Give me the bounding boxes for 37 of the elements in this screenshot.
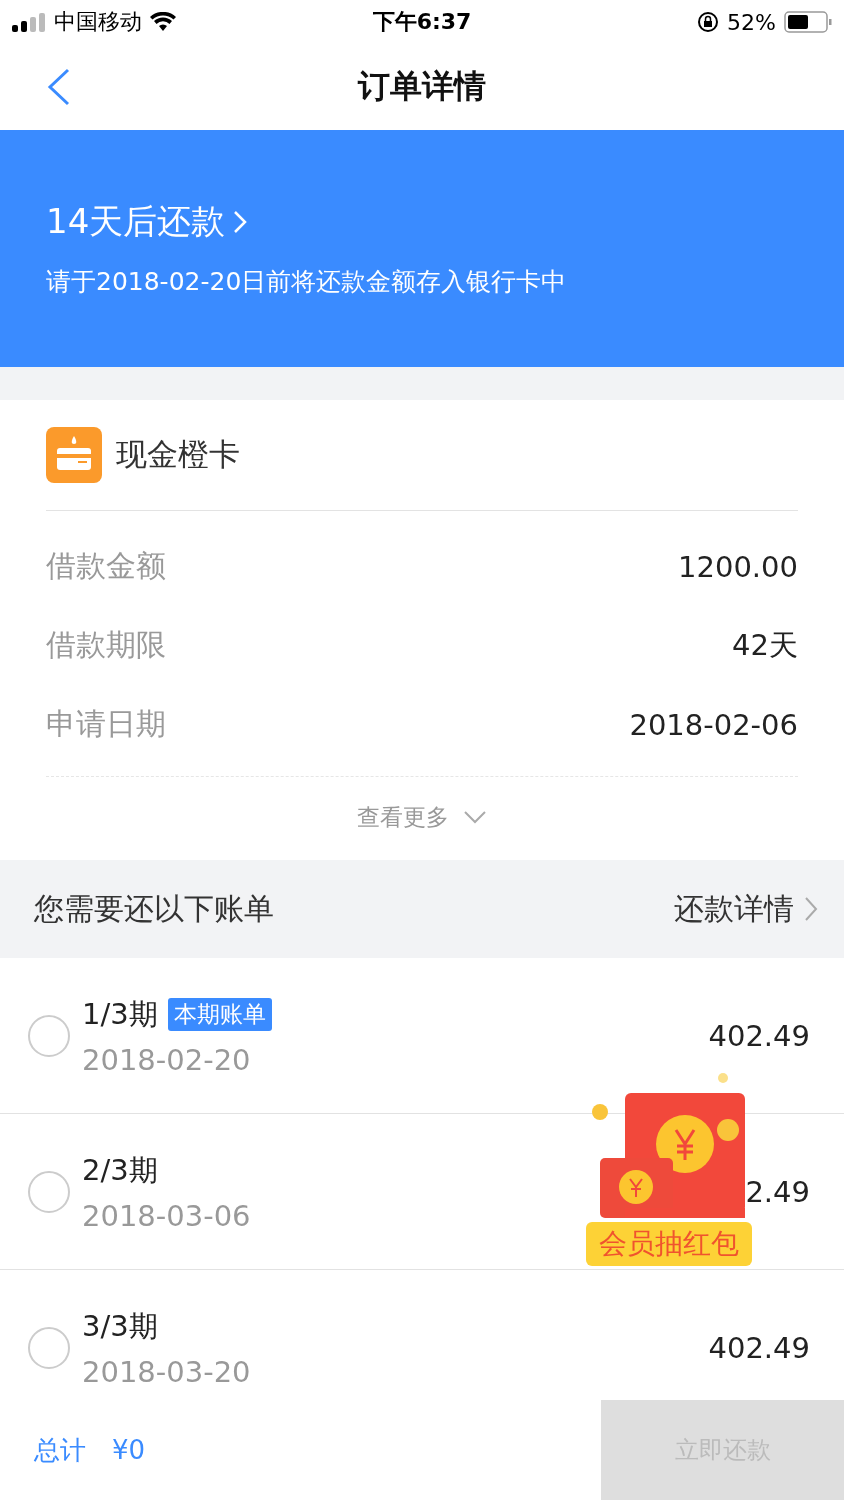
bill-period: 3/3期: [82, 1307, 158, 1345]
bill-period: 2/3期: [82, 1151, 158, 1189]
carrier-name: 中国移动: [54, 8, 142, 36]
bill-date: 2018-02-20: [82, 1042, 252, 1077]
total-label: 总计: [34, 1433, 86, 1467]
detail-value: 2018-02-06: [629, 707, 798, 742]
total-amount: ¥0: [112, 1435, 146, 1465]
bill-amount: 402.49: [708, 1330, 810, 1365]
battery-percent: 52%: [727, 9, 776, 35]
card-logo-icon: [46, 427, 102, 483]
signal-icon: [12, 12, 46, 32]
bill-amount: 402.49: [708, 1018, 810, 1053]
current-bill-tag: 本期账单: [167, 998, 272, 1031]
detail-label: 申请日期: [46, 705, 166, 743]
bills-heading: 您需要还以下账单: [34, 889, 274, 928]
product-name: 现金橙卡: [116, 435, 240, 474]
clock-time: 下午6:37: [372, 8, 472, 36]
rotation-lock-icon: [697, 11, 720, 33]
wifi-icon: [150, 12, 176, 32]
chevron-right-icon: [233, 210, 248, 234]
radio-button[interactable]: [28, 1326, 70, 1369]
detail-label: 借款期限: [46, 626, 166, 664]
bill-date: 2018-03-20: [82, 1354, 252, 1389]
radio-button[interactable]: [28, 1014, 70, 1057]
detail-label: 借款金额: [46, 547, 166, 585]
detail-value: 1200.00: [678, 549, 798, 584]
battery-icon: [784, 11, 832, 33]
radio-button[interactable]: [28, 1170, 70, 1213]
bill-amount: 2.49: [745, 1174, 810, 1209]
page-title: 订单详情: [358, 66, 486, 107]
bill-date: 2018-03-06: [82, 1198, 252, 1233]
chevron-right-icon: [804, 896, 818, 922]
detail-value: 42天: [732, 626, 798, 664]
repayment-details-link[interactable]: 还款详情: [674, 888, 818, 930]
chevron-down-icon: [463, 810, 487, 824]
banner-subtitle: 请于2018-02-20日前将还款金额存入银行卡中: [46, 266, 568, 298]
bill-period: 1/3期: [82, 995, 158, 1033]
